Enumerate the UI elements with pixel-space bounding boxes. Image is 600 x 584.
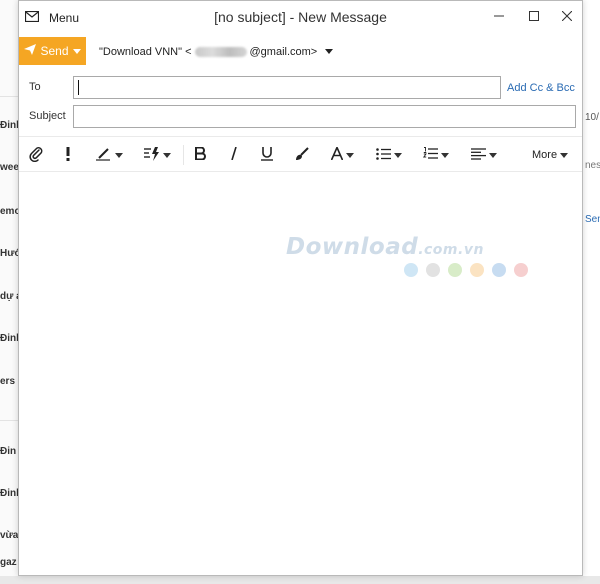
importance-button[interactable] <box>65 145 71 165</box>
from-account-select[interactable]: "Download VNN" < @gmail.com> <box>99 44 334 60</box>
window-title: [no subject] - New Message <box>214 9 387 25</box>
text-caret <box>78 80 79 95</box>
chevron-down-icon <box>115 152 123 158</box>
watermark: Download.com.vn <box>286 234 528 284</box>
chevron-down-icon <box>441 152 449 158</box>
chevron-down-icon <box>72 44 81 58</box>
reading-pane-text: ness <box>585 160 600 171</box>
list-divider <box>0 96 18 97</box>
numbered-list-icon <box>422 147 438 163</box>
subject-input[interactable] <box>73 105 576 128</box>
mail-icon <box>24 10 40 25</box>
list-divider <box>0 420 18 421</box>
close-button[interactable] <box>554 7 580 27</box>
formatting-toolbar: More <box>19 136 582 172</box>
chevron-down-icon <box>560 152 569 158</box>
watermark-domain: .com.vn <box>418 242 484 258</box>
toolbar-divider <box>183 145 184 165</box>
list-item[interactable]: Đinh <box>0 120 18 131</box>
list-item[interactable]: vừa <box>0 530 18 541</box>
menu-label: Menu <box>49 11 80 25</box>
align-left-icon <box>471 147 486 163</box>
compose-window: Menu [no subject] - New Message Send "Do… <box>18 0 583 576</box>
list-item[interactable]: emo <box>0 206 18 217</box>
send-button[interactable]: Send <box>19 37 86 65</box>
sender-row: Send "Download VNN" < @gmail.com> <box>19 37 582 65</box>
watermark-dot <box>492 263 506 277</box>
menu-button[interactable]: Menu <box>24 9 80 27</box>
reading-pane-send-link[interactable]: Send <box>585 214 600 225</box>
pen-icon <box>96 147 112 164</box>
exclamation-icon <box>65 146 71 164</box>
chevron-down-icon <box>325 46 334 58</box>
watermark-dot <box>514 263 528 277</box>
underline-button[interactable] <box>261 145 273 165</box>
list-item[interactable]: Đin <box>0 446 18 457</box>
align-button[interactable] <box>471 145 497 165</box>
list-item[interactable]: Đinh <box>0 333 18 344</box>
title-bar: Menu [no subject] - New Message <box>19 1 582 34</box>
list-item[interactable]: ers U <box>0 376 18 387</box>
minimize-icon <box>494 10 504 24</box>
to-label: To <box>29 81 41 93</box>
watermark-brand: Download <box>286 234 419 260</box>
chevron-down-icon <box>163 152 171 158</box>
maximize-button[interactable] <box>521 7 547 27</box>
list-item[interactable]: Hướ <box>0 248 18 259</box>
more-button[interactable]: More <box>532 145 569 165</box>
watermark-dot <box>470 263 484 277</box>
maximize-icon <box>529 10 539 24</box>
list-item[interactable]: wee <box>0 162 18 173</box>
watermark-dot <box>404 263 418 277</box>
from-domain: @gmail.com> <box>249 46 318 58</box>
redacted-email <box>194 47 247 57</box>
watermark-dots <box>404 263 528 277</box>
italic-button[interactable] <box>230 145 238 165</box>
from-name: "Download VNN" < <box>99 46 192 58</box>
format-painter-button[interactable] <box>295 145 309 165</box>
more-label: More <box>532 149 558 161</box>
bulleted-list-button[interactable] <box>376 145 402 165</box>
quick-parts-button[interactable] <box>144 145 171 165</box>
bold-icon <box>195 146 206 163</box>
numbered-list-button[interactable] <box>422 145 449 165</box>
watermark-text: Download.com.vn <box>286 234 484 260</box>
list-item[interactable]: dự á <box>0 291 18 302</box>
subject-label: Subject <box>29 110 66 122</box>
list-item[interactable]: gaz <box>0 557 18 568</box>
subject-row: Subject <box>19 104 582 130</box>
background-mail-list: Đinh wee emo Hướ dự á Đinh ers U Đin Đin… <box>0 0 18 584</box>
to-row: To Add Cc & Bcc <box>19 75 582 101</box>
paper-plane-icon <box>24 44 37 58</box>
background-bottom-strip <box>0 576 600 584</box>
watermark-dot <box>426 263 440 277</box>
font-a-icon <box>330 145 344 163</box>
bulleted-list-icon <box>376 147 391 163</box>
paperclip-icon <box>29 146 43 165</box>
lightning-list-icon <box>144 146 160 164</box>
underline-icon <box>261 146 273 164</box>
signature-button[interactable] <box>96 145 123 165</box>
chevron-down-icon <box>394 152 402 158</box>
minimize-button[interactable] <box>486 7 512 27</box>
italic-icon <box>230 146 238 163</box>
close-icon <box>561 10 573 24</box>
add-cc-bcc-link[interactable]: Add Cc & Bcc <box>507 82 575 94</box>
list-item[interactable]: Đinh <box>0 488 18 499</box>
chevron-down-icon <box>346 152 354 158</box>
brush-icon <box>295 146 309 164</box>
chevron-down-icon <box>489 152 497 158</box>
font-button[interactable] <box>330 145 354 165</box>
attach-button[interactable] <box>29 145 43 165</box>
reading-pane-date: 10/ <box>585 112 599 123</box>
background-reading-pane: 10/ ness Send <box>583 0 600 584</box>
watermark-dot <box>448 263 462 277</box>
send-label: Send <box>40 44 69 58</box>
to-input[interactable] <box>73 76 501 99</box>
bold-button[interactable] <box>195 145 206 165</box>
